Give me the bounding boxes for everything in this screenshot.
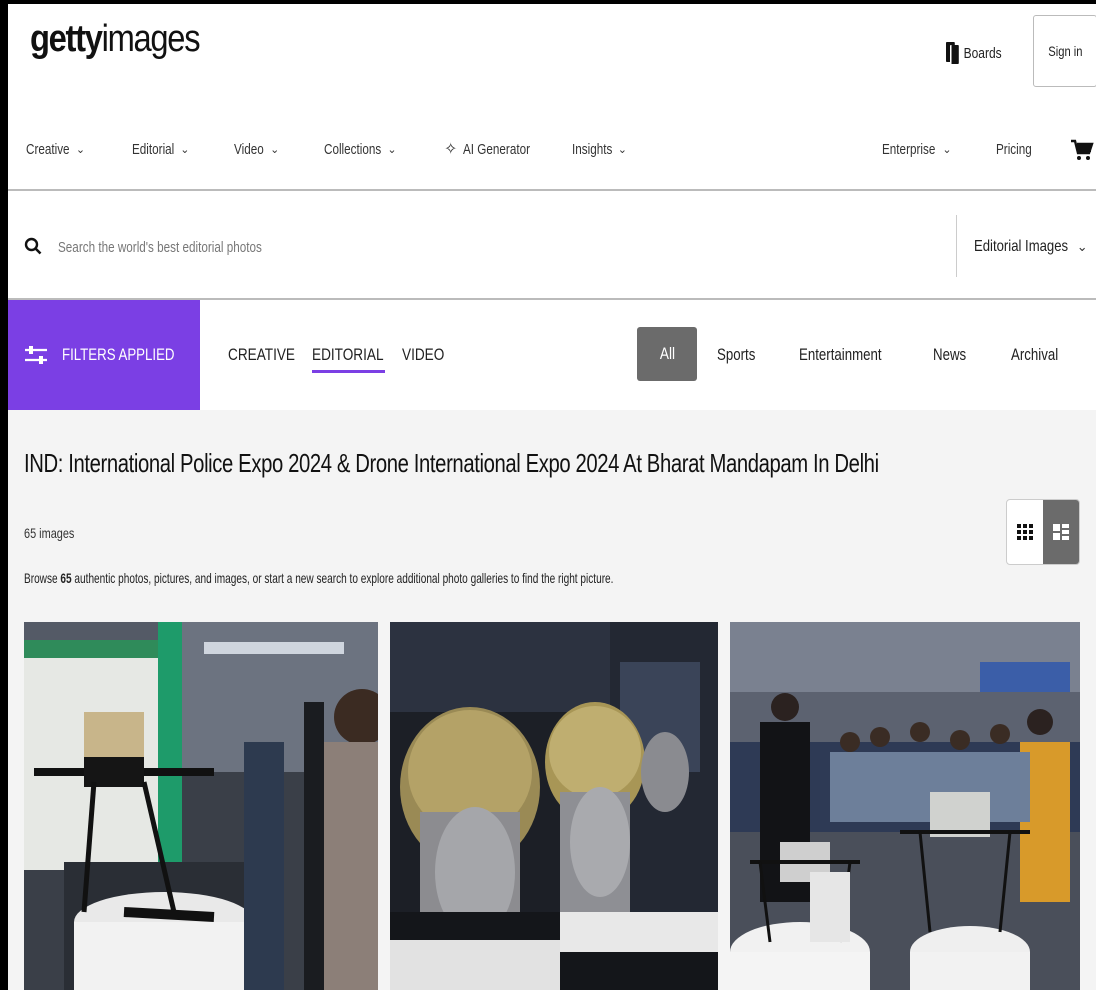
nav-item-pricing[interactable]: Pricing: [996, 132, 1042, 166]
category-label: Sports: [717, 345, 756, 364]
search-icon[interactable]: [24, 237, 42, 255]
chevron-down-icon: ⌄: [1076, 239, 1088, 254]
logo-bold-text: getty: [30, 18, 103, 60]
nav-item-ai-generator[interactable]: ✧ AI Generator: [444, 132, 549, 166]
drone-crowd-photo: [730, 622, 1080, 990]
nav-label: Enterprise: [882, 140, 936, 158]
boards-icon: [946, 42, 959, 64]
nav-label: Pricing: [996, 140, 1032, 158]
nav-label: Editorial: [132, 140, 175, 158]
boards-link[interactable]: Boards: [946, 40, 1002, 66]
chevron-down-icon: ⌄: [387, 143, 397, 156]
view-toggle: [1006, 499, 1080, 565]
nav-item-editorial[interactable]: Editorial ⌄: [132, 132, 189, 166]
sign-in-button[interactable]: Sign in: [1033, 15, 1096, 87]
search-separator: [956, 215, 957, 277]
tab-label: CREATIVE: [228, 345, 296, 364]
header: gettyimages Boards Sign in: [8, 4, 1096, 104]
gallery-image-3[interactable]: [730, 622, 1080, 990]
sliders-icon: [24, 344, 48, 366]
search-input[interactable]: [58, 231, 938, 263]
sign-in-label: Sign in: [1047, 43, 1083, 59]
gallery-content: IND: International Police Expo 2024 & Dr…: [8, 410, 1096, 990]
nav-item-creative[interactable]: Creative ⌄: [26, 132, 85, 166]
category-all[interactable]: All: [637, 327, 697, 381]
gallery-image-2[interactable]: [390, 622, 718, 990]
screenshot-frame: gettyimages Boards Sign in Creative ⌄ Ed…: [0, 0, 1096, 990]
category-archival[interactable]: Archival: [1011, 340, 1071, 370]
category-label: All: [659, 344, 675, 363]
chevron-down-icon: ⌄: [942, 143, 952, 156]
chevron-down-icon: ⌄: [180, 143, 190, 156]
mosaic-view-button[interactable]: [1043, 500, 1079, 564]
nav-item-enterprise[interactable]: Enterprise ⌄: [882, 132, 952, 166]
category-news[interactable]: News: [933, 340, 976, 370]
nav-label: Insights: [572, 140, 613, 158]
tab-editorial[interactable]: EDITORIAL: [312, 340, 401, 373]
cart-icon[interactable]: [1070, 138, 1094, 162]
nav-label: Creative: [26, 140, 70, 158]
page: gettyimages Boards Sign in Creative ⌄ Ed…: [8, 4, 1096, 990]
gallery-image-1[interactable]: [24, 622, 378, 990]
tab-label: VIDEO: [402, 345, 445, 364]
tab-label: EDITORIAL: [312, 345, 384, 364]
filters-applied-button[interactable]: FILTERS APPLIED: [8, 300, 200, 410]
nav-label: AI Generator: [463, 140, 531, 158]
grid-icon: [1017, 524, 1033, 540]
helmets-photo: [390, 622, 718, 990]
grid-view-button[interactable]: [1007, 500, 1043, 564]
nav-label: Collections: [324, 140, 382, 158]
browse-description: Browse 65 authentic photos, pictures, an…: [24, 570, 613, 586]
chevron-down-icon: ⌄: [270, 143, 280, 156]
category-label: Entertainment: [799, 345, 882, 364]
browse-count: 65: [60, 570, 72, 586]
logo-light-text: images: [101, 18, 201, 60]
category-sports[interactable]: Sports: [717, 340, 766, 370]
drone-booth-photo: [24, 622, 378, 990]
nav-item-insights[interactable]: Insights ⌄: [572, 132, 627, 166]
search-type-dropdown[interactable]: Editorial Images ⌄: [974, 231, 1088, 263]
browse-prefix: Browse: [24, 570, 61, 586]
getty-images-logo[interactable]: gettyimages: [30, 18, 201, 61]
main-nav: Creative ⌄ Editorial ⌄ Video ⌄ Collectio…: [8, 132, 1096, 166]
tab-video[interactable]: VIDEO: [402, 340, 455, 370]
mosaic-icon: [1053, 524, 1069, 540]
sparkle-icon: ✧: [444, 141, 458, 158]
category-entertainment[interactable]: Entertainment: [799, 340, 905, 370]
filters-applied-label: FILTERS APPLIED: [62, 345, 175, 364]
image-count: 65 images: [24, 525, 75, 541]
chevron-down-icon: ⌄: [617, 143, 627, 156]
chevron-down-icon: ⌄: [75, 143, 86, 156]
nav-item-collections[interactable]: Collections ⌄: [324, 132, 397, 166]
nav-label: Video: [234, 140, 264, 158]
tab-creative[interactable]: CREATIVE: [228, 340, 312, 370]
browse-suffix: authentic photos, pictures, and images, …: [71, 570, 614, 586]
category-label: Archival: [1011, 345, 1059, 364]
search-bar: Search the world's best editorial photos…: [8, 191, 1096, 299]
category-label: News: [933, 345, 967, 364]
nav-item-video[interactable]: Video ⌄: [234, 132, 279, 166]
event-title: IND: International Police Expo 2024 & Dr…: [24, 448, 879, 478]
search-type-label: Editorial Images: [974, 238, 1069, 255]
boards-label: Boards: [963, 44, 1002, 62]
